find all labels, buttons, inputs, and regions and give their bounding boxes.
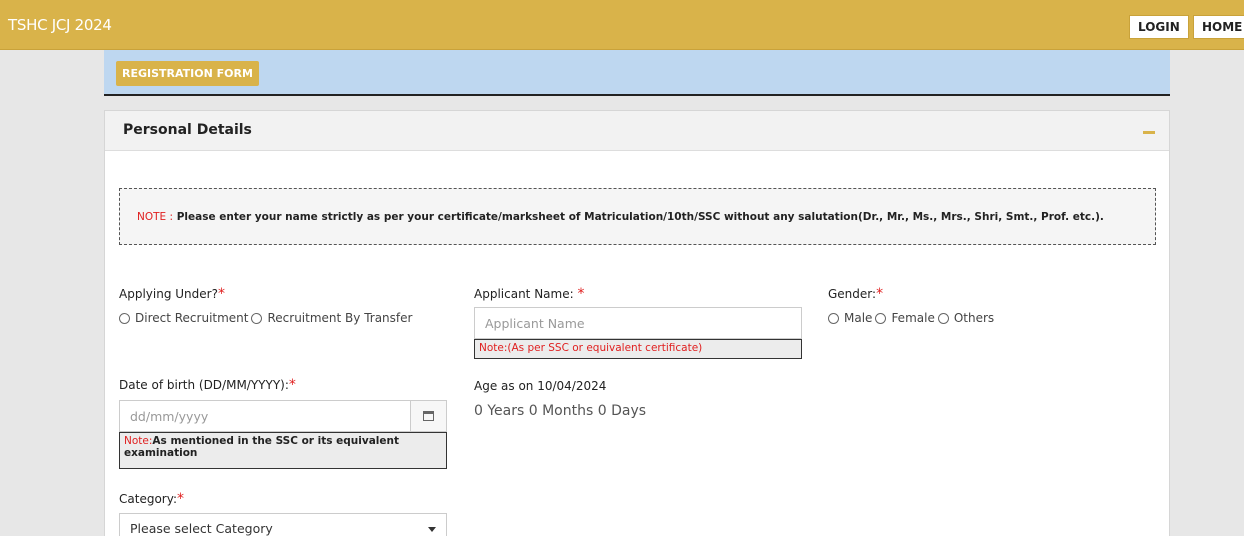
form-header-bar: REGISTRATION FORM xyxy=(104,50,1170,96)
age-label: Age as on 10/04/2024 xyxy=(474,379,607,393)
applicant-name-input[interactable]: Applicant Name xyxy=(474,307,802,339)
panel-header[interactable]: Personal Details xyxy=(105,111,1169,151)
dob-label: Date of birth (DD/MM/YYYY):* xyxy=(119,377,296,393)
gender-label: Gender:* xyxy=(828,286,884,302)
personal-details-panel: Personal Details NOTE : Please enter you… xyxy=(104,110,1170,536)
chevron-down-icon xyxy=(428,527,436,532)
radio-recruitment-by-transfer[interactable]: Recruitment By Transfer xyxy=(251,311,412,325)
gender-options: Male Female Others xyxy=(828,311,997,325)
category-select[interactable]: Please select Category xyxy=(119,513,447,536)
radio-circle-icon[interactable] xyxy=(875,312,887,324)
dob-placeholder: dd/mm/yyyy xyxy=(130,409,209,424)
calendar-button[interactable] xyxy=(410,401,446,431)
login-button[interactable]: LOGIN xyxy=(1129,15,1189,39)
home-button[interactable]: HOME xyxy=(1193,15,1244,39)
category-selected: Please select Category xyxy=(130,521,273,536)
collapse-icon[interactable] xyxy=(1143,131,1155,134)
note-text: NOTE : Please enter your name strictly a… xyxy=(137,211,1104,223)
applying-under-options: Direct Recruitment Recruitment By Transf… xyxy=(119,311,415,325)
dob-hint: Note:As mentioned in the SSC or its equi… xyxy=(119,432,447,469)
name-note-box: NOTE : Please enter your name strictly a… xyxy=(119,188,1156,245)
note-body: Please enter your name strictly as per y… xyxy=(173,211,1104,223)
applying-under-label: Applying Under?* xyxy=(119,286,225,302)
top-bar: TSHC JCJ 2024 LOGIN HOME xyxy=(0,0,1244,50)
category-label: Category:* xyxy=(119,491,184,507)
radio-others[interactable]: Others xyxy=(937,311,994,325)
radio-female[interactable]: Female xyxy=(875,311,935,325)
radio-direct-recruitment[interactable]: Direct Recruitment xyxy=(119,311,248,325)
radio-circle-icon[interactable] xyxy=(251,312,263,324)
note-prefix: NOTE : xyxy=(137,211,174,223)
radio-circle-icon[interactable] xyxy=(937,312,949,324)
applicant-name-hint: Note:(As per SSC or equivalent certifica… xyxy=(474,339,802,359)
radio-circle-icon[interactable] xyxy=(828,312,839,324)
radio-male[interactable]: Male xyxy=(828,311,872,325)
applicant-name-label: Applicant Name: * xyxy=(474,286,585,302)
radio-circle-icon[interactable] xyxy=(119,312,130,324)
registration-form-badge: REGISTRATION FORM xyxy=(116,61,259,86)
age-value: 0 Years 0 Months 0 Days xyxy=(474,403,647,419)
panel-title: Personal Details xyxy=(123,122,252,138)
brand-title: TSHC JCJ 2024 xyxy=(8,16,112,34)
dob-input[interactable]: dd/mm/yyyy xyxy=(119,400,447,432)
calendar-icon xyxy=(423,411,434,421)
